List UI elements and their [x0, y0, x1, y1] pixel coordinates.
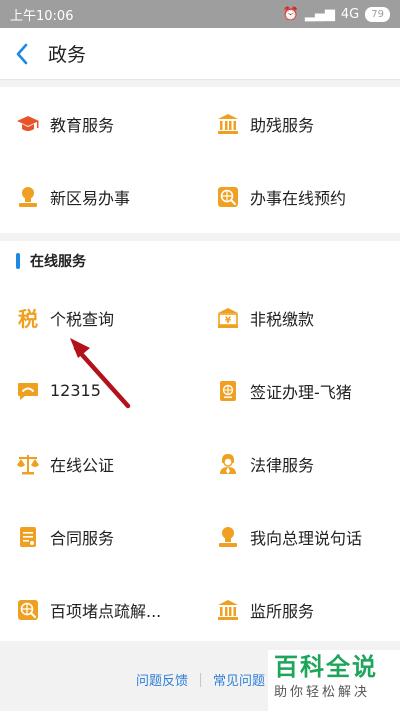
tax-character-icon: 税: [16, 306, 40, 330]
service-message-premier[interactable]: 我向总理说句话: [200, 500, 400, 573]
page-title: 政务: [48, 44, 87, 66]
status-right: ⏰ ▂▄▆ 4G 79: [282, 6, 390, 22]
service-visa-fliggy[interactable]: 签证办理-飞猪: [200, 354, 400, 427]
footer-links: 问题反馈 常见问题: [136, 670, 265, 689]
scales-icon: [16, 452, 40, 476]
svg-text:税: 税: [18, 307, 38, 330]
back-button[interactable]: [0, 28, 44, 80]
signal-icon: ▂▄▆: [304, 6, 335, 22]
graduation-cap-icon: [16, 112, 40, 136]
nav-bar: 政务: [0, 28, 400, 80]
watermark-subtitle: 助你轻松解决: [274, 685, 371, 700]
passport-globe-icon: [216, 379, 240, 403]
person-stamp-icon: [16, 185, 40, 209]
service-non-tax-payment[interactable]: ¥ 非税缴款: [200, 281, 400, 354]
faq-link[interactable]: 常见问题: [213, 670, 265, 689]
service-education[interactable]: 教育服务: [0, 87, 200, 160]
bank-building-icon: [216, 112, 240, 136]
feedback-link[interactable]: 问题反馈: [136, 670, 188, 689]
alarm-icon: ⏰: [282, 6, 299, 22]
svg-text:¥: ¥: [225, 316, 232, 326]
watermark: 百科全说 助你轻松解决: [268, 650, 400, 711]
status-time: 上午10:06: [10, 8, 74, 24]
service-online-appointment[interactable]: 办事在线预约: [200, 160, 400, 233]
section-header: 在线服务: [0, 241, 400, 281]
phone-bubble-icon: [16, 379, 40, 403]
online-services-card: 在线服务 税 个税查询 ¥ 非税缴款 12315 签证办理-飞猪 在线公证 法律…: [0, 241, 400, 641]
service-online-notary[interactable]: 在线公证: [0, 427, 200, 500]
contract-document-icon: [16, 525, 40, 549]
person-stamp-icon: [216, 525, 240, 549]
footer-divider: [200, 672, 202, 687]
service-disability[interactable]: 助残服务: [200, 87, 400, 160]
bank-building-icon: [216, 598, 240, 622]
network-type: 4G: [340, 6, 360, 22]
top-services-card: 教育服务 助残服务 新区易办事 办事在线预约: [0, 87, 400, 233]
service-bottleneck-relief[interactable]: 百项堵点疏解...: [0, 573, 200, 646]
section-title: 在线服务: [30, 254, 86, 270]
service-easy-affairs[interactable]: 新区易办事: [0, 160, 200, 233]
service-personal-tax[interactable]: 税 个税查询: [0, 281, 200, 354]
globe-search-icon: [16, 598, 40, 622]
yuan-building-icon: ¥: [216, 306, 240, 330]
battery-icon: 79: [365, 6, 390, 22]
chevron-left-icon: [16, 43, 28, 64]
service-12315[interactable]: 12315: [0, 354, 200, 427]
service-contract[interactable]: 合同服务: [0, 500, 200, 573]
judge-icon: [216, 452, 240, 476]
status-bar: 上午10:06 ⏰ ▂▄▆ 4G 79: [0, 0, 400, 28]
service-detention[interactable]: 监所服务: [200, 573, 400, 646]
service-legal[interactable]: 法律服务: [200, 427, 400, 500]
watermark-title: 百科全说: [274, 653, 378, 681]
section-accent-bar: [16, 253, 20, 269]
globe-search-icon: [216, 185, 240, 209]
